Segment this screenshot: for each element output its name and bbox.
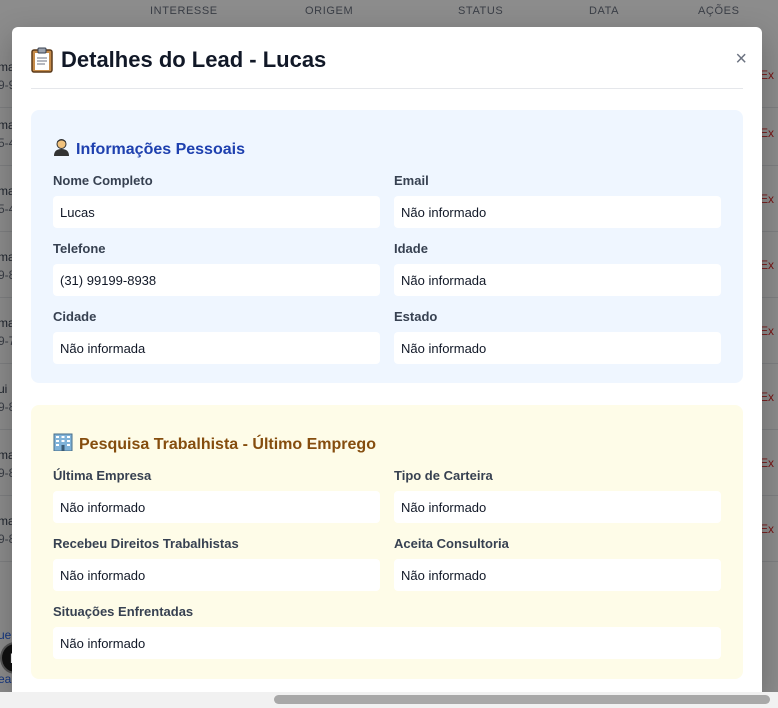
field-label: Aceita Consultoria — [394, 536, 509, 551]
section-title-text: Informações Pessoais — [76, 140, 245, 158]
office-building-icon — [53, 433, 73, 456]
personal-info-section: Informações Pessoais Nome Completo Lucas… — [31, 110, 743, 383]
field-label: Recebeu Direitos Trabalhistas — [53, 536, 239, 551]
modal-header: Detalhes do Lead - Lucas × — [31, 27, 747, 89]
scrollbar-thumb[interactable] — [274, 695, 770, 704]
work-section-title: Pesquisa Trabalhista - Último Emprego — [53, 433, 376, 456]
field-value: (31) 99199-8938 — [53, 264, 380, 296]
field-value: Não informado — [394, 196, 721, 228]
field-value: Lucas — [53, 196, 380, 228]
field-value: Não informado — [53, 559, 380, 591]
field-value: Não informada — [394, 264, 721, 296]
field-label: Nome Completo — [53, 173, 153, 188]
field-nome-completo: Nome Completo Lucas — [53, 173, 380, 228]
field-label: Telefone — [53, 241, 106, 256]
close-button[interactable]: × — [735, 49, 747, 69]
field-value: Não informada — [53, 332, 380, 364]
horizontal-scrollbar[interactable] — [0, 692, 778, 708]
modal-title: Detalhes do Lead - Lucas — [31, 47, 326, 73]
field-aceita-consultoria: Aceita Consultoria Não informado — [394, 536, 721, 591]
field-email: Email Não informado — [394, 173, 721, 228]
field-value: Não informado — [394, 491, 721, 523]
field-value: Não informado — [53, 627, 721, 659]
field-recebeu-direitos: Recebeu Direitos Trabalhistas Não inform… — [53, 536, 380, 591]
work-research-section: Pesquisa Trabalhista - Último Emprego Úl… — [31, 405, 743, 679]
field-cidade: Cidade Não informada — [53, 309, 380, 364]
field-label: Situações Enfrentadas — [53, 604, 194, 619]
field-label: Última Empresa — [53, 468, 152, 483]
lead-details-modal: Detalhes do Lead - Lucas × Informações P… — [12, 27, 762, 692]
field-label: Email — [394, 173, 429, 188]
field-label: Tipo de Carteira — [394, 468, 493, 483]
field-ultima-empresa: Última Empresa Não informado — [53, 468, 380, 523]
field-value: Não informado — [394, 559, 721, 591]
clipboard-icon — [31, 47, 53, 73]
field-label: Idade — [394, 241, 428, 256]
field-situacoes-enfrentadas: Situações Enfrentadas Não informado — [53, 604, 721, 659]
field-value: Não informado — [53, 491, 380, 523]
section-title-text: Pesquisa Trabalhista - Último Emprego — [79, 435, 376, 453]
personal-section-title: Informações Pessoais — [53, 138, 245, 161]
field-tipo-carteira: Tipo de Carteira Não informado — [394, 468, 721, 523]
field-value: Não informado — [394, 332, 721, 364]
field-idade: Idade Não informada — [394, 241, 721, 296]
person-icon — [53, 138, 70, 161]
field-label: Estado — [394, 309, 438, 324]
field-telefone: Telefone (31) 99199-8938 — [53, 241, 380, 296]
field-estado: Estado Não informado — [394, 309, 721, 364]
field-label: Cidade — [53, 309, 97, 324]
modal-title-text: Detalhes do Lead - Lucas — [61, 47, 327, 72]
